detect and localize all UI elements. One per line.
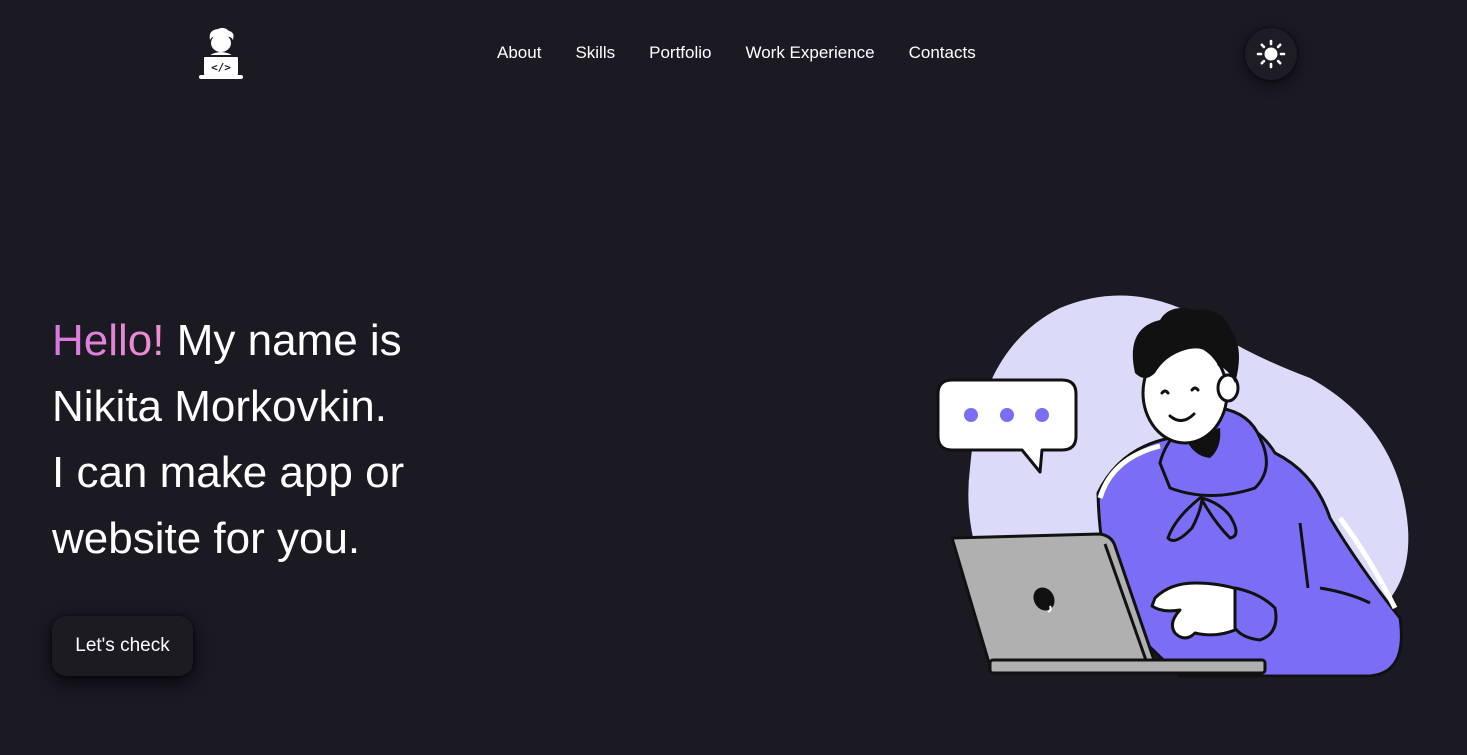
main-nav: About Skills Portfolio Work Experience C… (497, 43, 976, 63)
nav-work-experience[interactable]: Work Experience (745, 43, 874, 63)
page: </> About Skills Portfolio Work Experien… (0, 0, 1467, 755)
hero-line-3: I can make app or (52, 448, 405, 497)
nav-portfolio[interactable]: Portfolio (649, 43, 711, 63)
theme-toggle-button[interactable] (1245, 28, 1297, 80)
nav-contacts[interactable]: Contacts (909, 43, 976, 63)
hero-line-2: Nikita Morkovkin. (52, 382, 387, 431)
hero-illustration (930, 288, 1420, 688)
sun-icon (1256, 39, 1286, 69)
nav-about[interactable]: About (497, 43, 541, 63)
developer-with-laptop-illustration (936, 295, 1409, 678)
hero-line-1-rest: My name is (164, 316, 402, 365)
developer-laptop-icon: </> (199, 27, 243, 79)
hero-heading: Hello! My name is Nikita Morkovkin. I ca… (52, 308, 472, 572)
nav-skills[interactable]: Skills (575, 43, 615, 63)
hero-line-1: Hello! My name is (52, 308, 472, 374)
hero-line-4: website for you. (52, 514, 361, 563)
hero-greeting: Hello! (52, 316, 165, 365)
logo[interactable]: </> (196, 26, 246, 82)
svg-text:</>: </> (211, 61, 231, 74)
lets-check-button[interactable]: Let's check (52, 616, 193, 676)
